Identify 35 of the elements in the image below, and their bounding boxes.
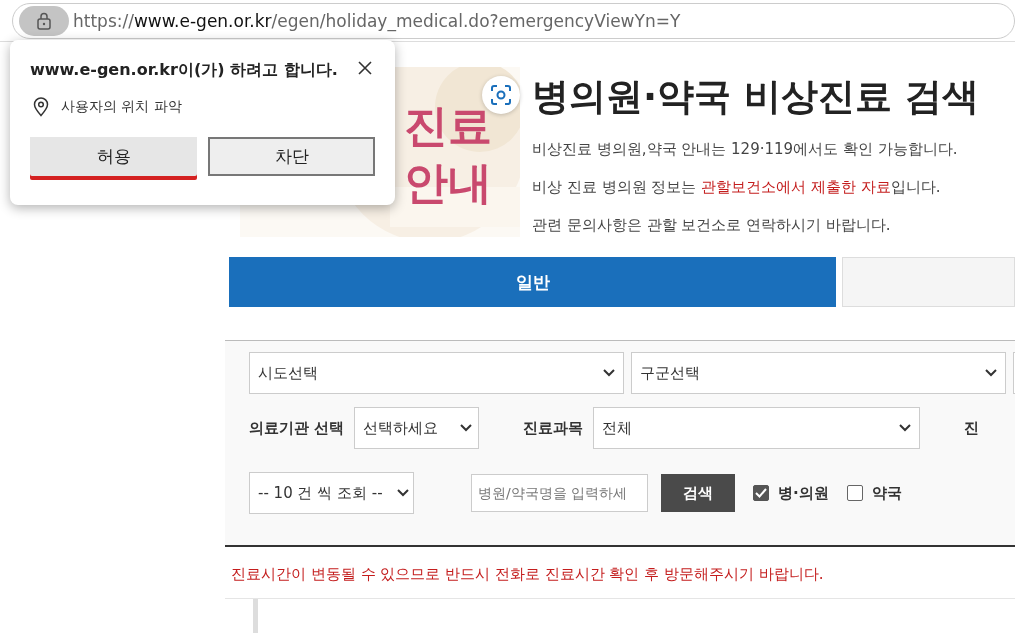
permission-text: 사용자의 위치 파악	[61, 98, 182, 116]
checkbox-label: 병·의원	[778, 483, 829, 503]
chevron-icon	[985, 369, 997, 377]
chevron-icon	[899, 424, 912, 432]
chevron-icon	[603, 369, 615, 377]
lock-button[interactable]	[19, 5, 69, 36]
info-text: 관련 문의사항은 관할 보건소로 연락하시기 바랍니다.	[532, 215, 892, 236]
subject-select[interactable]: 전체	[593, 407, 921, 449]
banner-text: 안내	[404, 156, 492, 211]
field-label: 진료과목	[523, 418, 584, 438]
checkbox-label: 약국	[871, 483, 902, 503]
url-text: https://www.e-gen.or.kr/egen/holiday_medical.do?emergencyViewYn=Y	[73, 10, 681, 31]
name-search-field[interactable]: 병원/약국명을 입력하세	[471, 474, 648, 512]
checkbox[interactable]	[753, 485, 769, 501]
info-text: 비상 진료 병의원 정보는 관할보건소에서 제출한 자료입니다.	[532, 177, 942, 198]
chevron-icon	[397, 489, 409, 497]
location-pin-icon	[33, 97, 49, 117]
chevron-icon	[460, 424, 473, 432]
region-select[interactable]: 시도선택	[249, 352, 624, 394]
notice-text: 진료시간이 변동될 수 있으므로 반드시 전화로 진료시간 확인 후 방문해주시기 바랍니다.	[225, 547, 1015, 599]
search-button[interactable]: 검색	[661, 474, 735, 512]
banner-text: 진료	[404, 99, 492, 153]
tab[interactable]: 일반	[229, 257, 836, 307]
lock-icon	[36, 11, 52, 30]
block-button[interactable]: 차단	[208, 137, 375, 176]
district-select[interactable]: 구군선택	[631, 352, 1006, 394]
checkbox[interactable]	[846, 485, 863, 501]
scan-icon	[490, 84, 512, 106]
popup-title: www.e-gen.or.kr이(가) 하려고 합니다.	[30, 60, 338, 81]
page-size-select[interactable]: -- 10 건 씩 조회 --	[249, 472, 414, 514]
institution-select[interactable]: 선택하세요	[354, 407, 480, 449]
field-label: 의료기관 선택	[249, 418, 345, 438]
field-label: 진	[964, 418, 980, 438]
info-text: 비상진료 병의원,약국 안내는 129·119에서도 확인 가능합니다.	[532, 139, 959, 160]
page-title: 병의원·약국 비상진료 검색	[532, 74, 979, 120]
